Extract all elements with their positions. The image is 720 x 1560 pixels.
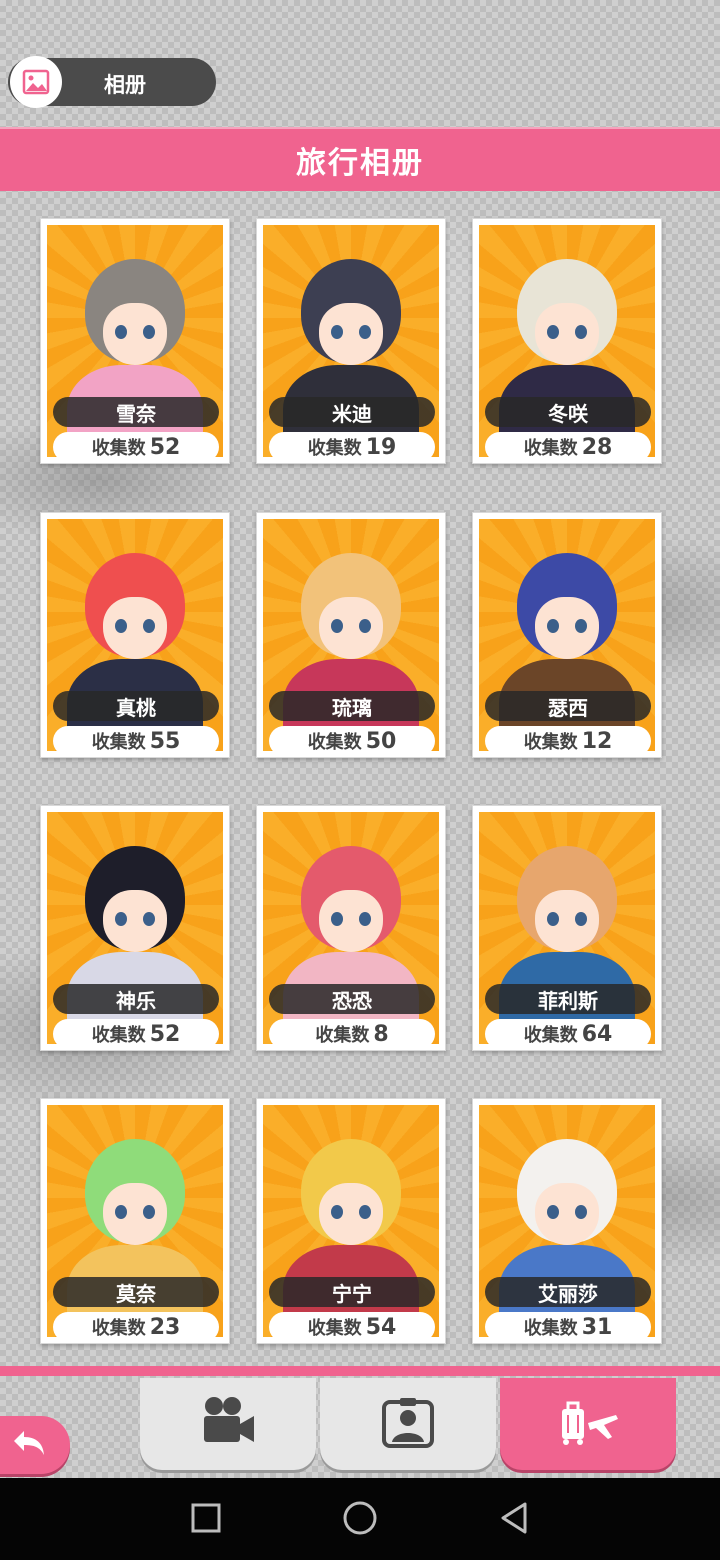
character-name: 恐恐 bbox=[269, 984, 435, 1014]
back-triangle-icon[interactable] bbox=[494, 1498, 534, 1538]
character-name: 真桃 bbox=[53, 691, 219, 721]
collect-count-value: 52 bbox=[149, 434, 181, 460]
character-name: 冬咲 bbox=[485, 397, 651, 427]
photo-icon bbox=[10, 56, 62, 108]
collect-count-value: 23 bbox=[149, 1314, 181, 1340]
character-card[interactable]: 琉璃收集数 50 bbox=[256, 512, 446, 758]
album-header-pill[interactable]: 相册 bbox=[8, 56, 216, 108]
character-card[interactable]: 真桃收集数 55 bbox=[40, 512, 230, 758]
character-name: 神乐 bbox=[53, 984, 219, 1014]
home-circle-icon[interactable] bbox=[340, 1498, 380, 1538]
collect-count-value: 54 bbox=[365, 1314, 397, 1340]
collect-count-value: 28 bbox=[581, 434, 613, 460]
back-arrow-icon bbox=[10, 1427, 50, 1463]
tab-portrait[interactable] bbox=[320, 1378, 496, 1470]
collect-count: 收集数 8 bbox=[269, 1019, 435, 1049]
collect-count-value: 31 bbox=[581, 1314, 613, 1340]
tab-video[interactable] bbox=[140, 1378, 316, 1470]
collect-label: 收集数 bbox=[91, 438, 146, 459]
collect-count: 收集数 52 bbox=[53, 432, 219, 462]
character-name: 莫奈 bbox=[53, 1277, 219, 1307]
character-card[interactable]: 神乐收集数 52 bbox=[40, 805, 230, 1051]
collect-label: 收集数 bbox=[91, 1318, 146, 1339]
character-name: 宁宁 bbox=[269, 1277, 435, 1307]
character-name: 雪奈 bbox=[53, 397, 219, 427]
collect-count-value: 12 bbox=[581, 728, 613, 754]
collect-count: 收集数 19 bbox=[269, 432, 435, 462]
collect-label: 收集数 bbox=[523, 438, 578, 459]
tab-travel[interactable] bbox=[500, 1378, 676, 1470]
collect-label: 收集数 bbox=[307, 1318, 362, 1339]
collect-count: 收集数 12 bbox=[485, 726, 651, 756]
album-title-banner: 旅行相册 bbox=[0, 127, 720, 191]
collect-label: 收集数 bbox=[523, 1318, 578, 1339]
collect-count: 收集数 55 bbox=[53, 726, 219, 756]
collect-count: 收集数 28 bbox=[485, 432, 651, 462]
collect-label: 收集数 bbox=[523, 1025, 578, 1046]
character-card[interactable]: 菲利斯收集数 64 bbox=[472, 805, 662, 1051]
character-name: 瑟西 bbox=[485, 691, 651, 721]
character-card[interactable]: 艾丽莎收集数 31 bbox=[472, 1098, 662, 1344]
video-camera-icon bbox=[198, 1394, 258, 1454]
system-nav-bar bbox=[0, 1478, 720, 1560]
collect-label: 收集数 bbox=[91, 1025, 146, 1046]
character-name: 琉璃 bbox=[269, 691, 435, 721]
collect-count: 收集数 31 bbox=[485, 1312, 651, 1342]
collect-count-value: 19 bbox=[365, 434, 397, 460]
character-name: 艾丽莎 bbox=[485, 1277, 651, 1307]
character-card[interactable]: 莫奈收集数 23 bbox=[40, 1098, 230, 1344]
collect-count-value: 64 bbox=[581, 1021, 613, 1047]
collect-label: 收集数 bbox=[307, 732, 362, 753]
collect-count-value: 8 bbox=[373, 1021, 389, 1047]
character-card[interactable]: 雪奈收集数 52 bbox=[40, 218, 230, 464]
back-button[interactable] bbox=[0, 1416, 70, 1474]
collect-label: 收集数 bbox=[315, 1025, 370, 1046]
collect-count: 收集数 23 bbox=[53, 1312, 219, 1342]
collect-count-value: 55 bbox=[149, 728, 181, 754]
collect-label: 收集数 bbox=[91, 732, 146, 753]
character-card[interactable]: 米迪收集数 19 bbox=[256, 218, 446, 464]
character-card[interactable]: 恐恐收集数 8 bbox=[256, 805, 446, 1051]
collect-count: 收集数 50 bbox=[269, 726, 435, 756]
collect-count: 收集数 52 bbox=[53, 1019, 219, 1049]
recents-square-icon[interactable] bbox=[186, 1498, 226, 1538]
character-name: 菲利斯 bbox=[485, 984, 651, 1014]
page-title: 旅行相册 bbox=[296, 146, 424, 181]
character-name: 米迪 bbox=[269, 397, 435, 427]
luggage-plane-icon bbox=[556, 1397, 620, 1451]
character-card[interactable]: 冬咲收集数 28 bbox=[472, 218, 662, 464]
character-card[interactable]: 瑟西收集数 12 bbox=[472, 512, 662, 758]
character-card[interactable]: 宁宁收集数 54 bbox=[256, 1098, 446, 1344]
album-label: 相册 bbox=[104, 73, 146, 97]
collect-count-value: 52 bbox=[149, 1021, 181, 1047]
collect-label: 收集数 bbox=[523, 732, 578, 753]
collect-label: 收集数 bbox=[307, 438, 362, 459]
portrait-icon bbox=[380, 1394, 436, 1454]
collect-count: 收集数 64 bbox=[485, 1019, 651, 1049]
collect-count: 收集数 54 bbox=[269, 1312, 435, 1342]
collect-count-value: 50 bbox=[365, 728, 397, 754]
